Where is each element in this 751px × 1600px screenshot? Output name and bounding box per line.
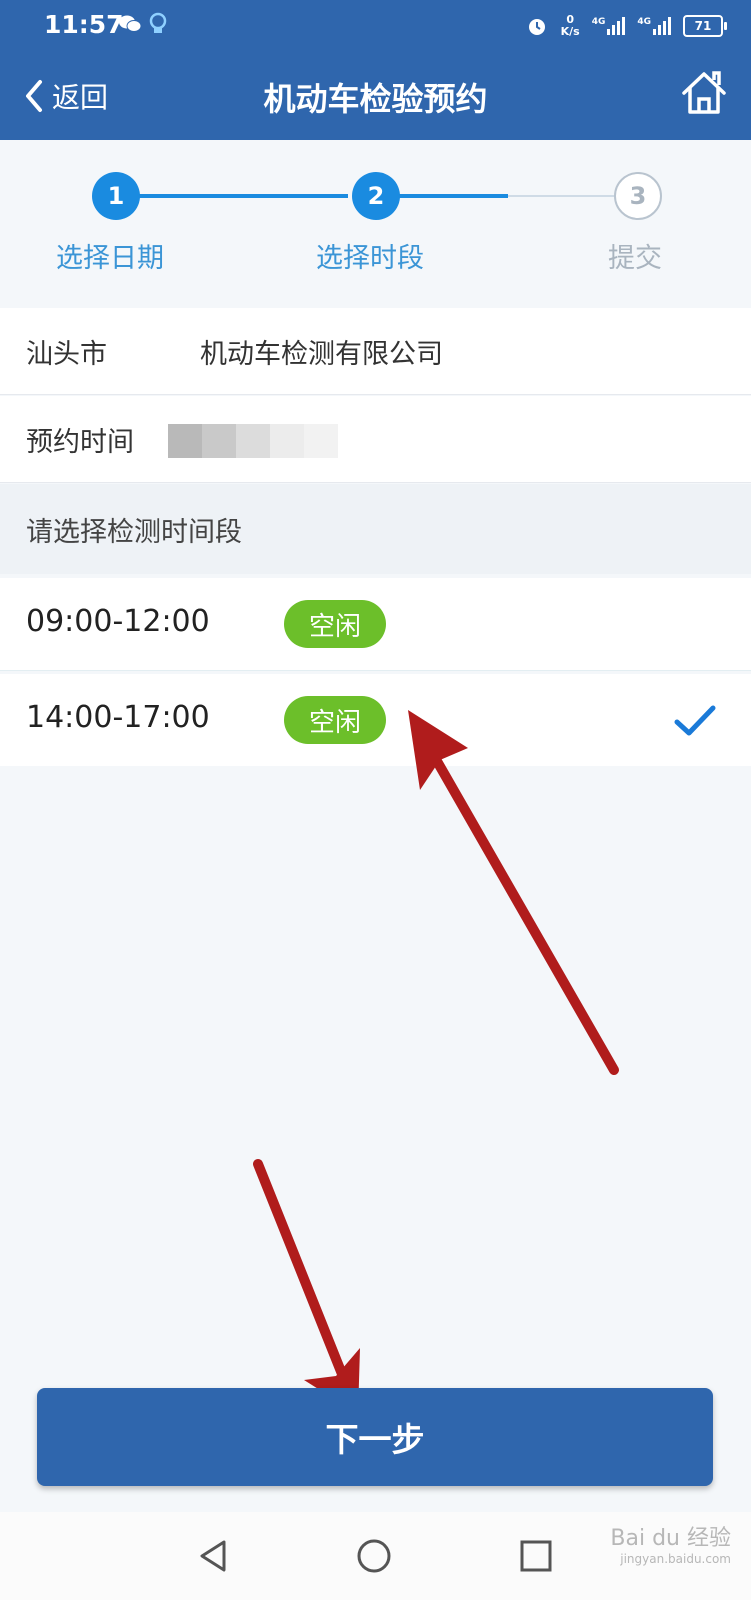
watermark-brand: Bai du 经验 xyxy=(610,1526,731,1551)
signal-strength-icon: 4G xyxy=(592,17,626,35)
next-step-button[interactable]: 下一步 xyxy=(37,1388,713,1486)
section-hint-text: 请选择检测时间段 xyxy=(26,516,242,548)
status-right-group: 0 K/s 4G 4G 71 xyxy=(525,10,727,42)
step-progress xyxy=(0,140,751,304)
step-1-number: 1 xyxy=(107,182,125,210)
step-connector-1 xyxy=(138,194,348,198)
signal-type-label: 4G xyxy=(591,17,606,27)
step-2-number: 2 xyxy=(367,182,385,210)
step-connector-2b xyxy=(508,195,616,197)
step-3-circle: 3 xyxy=(614,172,662,220)
section-hint: 请选择检测时间段 xyxy=(0,484,751,574)
page-title: 机动车检验预约 xyxy=(263,80,488,118)
step-1-circle: 1 xyxy=(92,172,140,220)
alarm-icon xyxy=(528,19,545,35)
appointment-time-label: 预约时间 xyxy=(26,426,134,458)
battery-icon: 71 xyxy=(683,15,727,37)
station-name: 机动车检测有限公司 xyxy=(200,338,443,370)
status-time: 11:57 xyxy=(44,10,124,39)
time-slot-row[interactable]: 09:00-12:00 空闲 xyxy=(0,578,751,671)
redacted-date xyxy=(168,424,338,458)
back-label: 返回 xyxy=(52,81,109,114)
checkmark-icon xyxy=(674,705,716,736)
station-row: 汕头市 机动车检测有限公司 xyxy=(0,308,751,395)
status-bar: 11:57 0 K/s 4G 4G 71 xyxy=(0,0,751,52)
step-3-number: 3 xyxy=(629,182,647,210)
back-triangle-icon[interactable] xyxy=(196,1538,232,1574)
bulb-icon xyxy=(149,12,167,33)
arrow-to-next-button xyxy=(253,1159,360,1414)
watermark-url: jingyan.baidu.com xyxy=(620,1552,731,1566)
wechat-icon xyxy=(119,15,142,32)
chevron-left-icon xyxy=(26,80,42,112)
home-circle-icon[interactable] xyxy=(356,1538,392,1574)
status-badge: 空闲 xyxy=(284,600,386,648)
step-2-circle: 2 xyxy=(352,172,400,220)
back-button[interactable]: 返回 xyxy=(22,76,108,116)
step-connector-2a xyxy=(396,194,508,198)
signal-type-label-2: 4G xyxy=(637,17,651,27)
nav-bar: 返回 机动车检验预约 xyxy=(0,52,751,140)
speed-unit: K/s xyxy=(560,25,580,38)
signal-strength-icon-2: 4G xyxy=(637,17,671,35)
home-icon[interactable] xyxy=(679,68,729,118)
appointment-time-row: 预约时间 xyxy=(0,396,751,483)
baidu-watermark: Bai du 经验 jingyan.baidu.com xyxy=(610,1520,731,1566)
step-1-label: 选择日期 xyxy=(56,243,164,274)
time-slot-time: 14:00-17:00 xyxy=(26,700,210,735)
step-2-label: 选择时段 xyxy=(316,243,424,274)
time-slot-row-selected[interactable]: 14:00-17:00 空闲 xyxy=(0,674,751,766)
station-city: 汕头市 xyxy=(26,338,107,370)
step-3-label: 提交 xyxy=(608,243,662,274)
time-slot-time: 09:00-12:00 xyxy=(26,604,210,639)
status-badge: 空闲 xyxy=(284,696,386,744)
recents-square-icon[interactable] xyxy=(518,1538,554,1574)
battery-level: 71 xyxy=(694,19,712,33)
network-speed: 0 K/s xyxy=(561,14,580,38)
